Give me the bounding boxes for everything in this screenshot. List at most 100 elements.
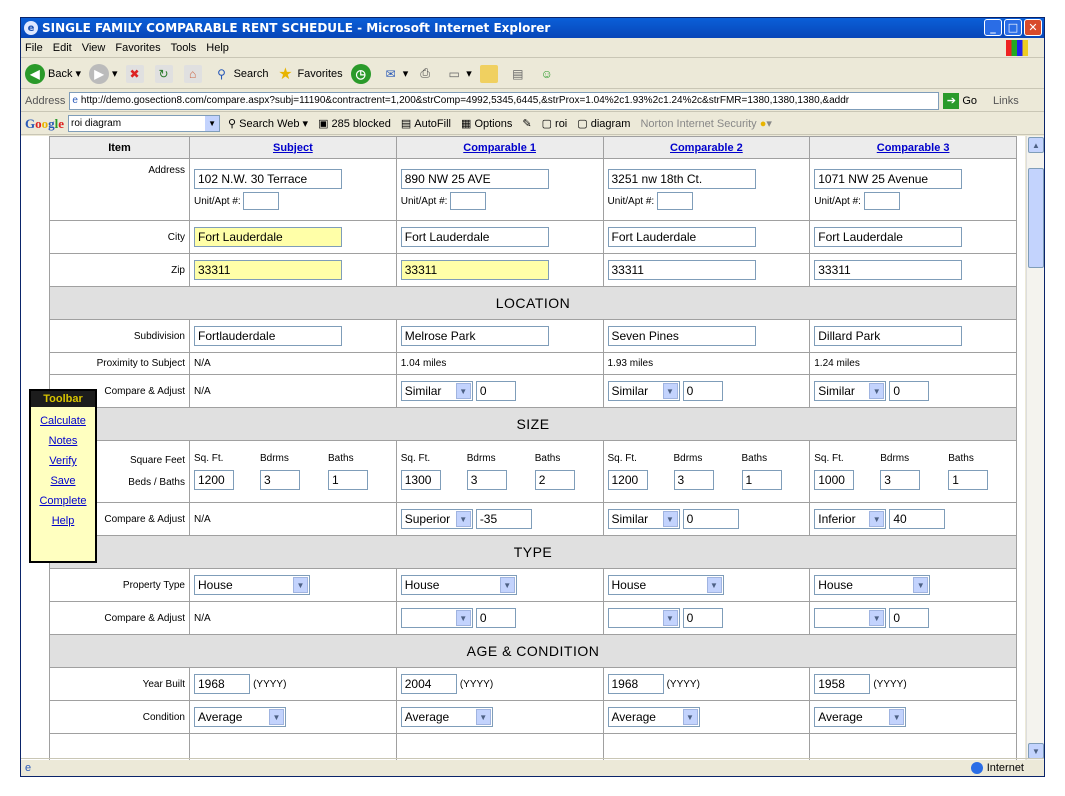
comp3-size-adjust[interactable]: 40 xyxy=(889,509,946,529)
norton-button[interactable]: Norton Internet Security ● ▾ xyxy=(640,117,771,131)
links-button[interactable]: Links xyxy=(993,95,1019,107)
highlight-button[interactable]: ✎ xyxy=(522,117,531,130)
notes-link[interactable]: Notes xyxy=(31,435,95,447)
save-link[interactable]: Save xyxy=(31,475,95,487)
comp2-year-input[interactable]: 1968 xyxy=(607,674,664,694)
comp1-city-input[interactable]: Fort Lauderdale xyxy=(400,227,549,247)
comp3-city-input[interactable]: Fort Lauderdale xyxy=(814,227,963,247)
comp3-subdivision-input[interactable]: Dillard Park xyxy=(814,326,963,346)
menu-view[interactable]: View xyxy=(82,42,106,54)
messenger-button[interactable]: ☺ xyxy=(538,65,559,83)
favorites-button[interactable]: ★ Favorites xyxy=(276,65,342,83)
comp2-unit-input[interactable] xyxy=(656,192,693,210)
comp3-property-type-select[interactable]: House ▼ xyxy=(814,575,931,595)
comp3-baths-input[interactable]: 1 xyxy=(948,470,989,490)
search-diagram-button[interactable]: ▢ diagram xyxy=(577,117,630,131)
search-roi-button[interactable]: ▢ roi xyxy=(542,117,568,131)
subject-zip-input[interactable]: 33311 xyxy=(194,260,342,280)
calculate-link[interactable]: Calculate xyxy=(31,415,95,427)
home-button[interactable]: ⌂ xyxy=(183,64,205,83)
print-button[interactable]: ⎙ xyxy=(416,65,437,83)
comp3-condition-select[interactable]: Average ▼ xyxy=(814,707,907,727)
subject-bdrms-input[interactable]: 3 xyxy=(260,470,300,490)
minimize-button[interactable]: _ xyxy=(984,19,1002,36)
column-header-subject[interactable]: Subject xyxy=(273,142,313,154)
comp1-location-adjust[interactable]: 0 xyxy=(475,381,516,401)
comp3-type-select[interactable]: ▼ xyxy=(814,608,887,628)
column-header-comp1[interactable]: Comparable 1 xyxy=(463,142,536,154)
comp1-sqft-input[interactable]: 1300 xyxy=(400,470,441,490)
comp1-zip-input[interactable]: 33311 xyxy=(400,260,549,280)
comp2-type-adjust[interactable]: 0 xyxy=(682,608,723,628)
options-button[interactable]: ▦ Options xyxy=(461,117,512,131)
chevron-down-icon[interactable]: ▼ xyxy=(205,116,220,131)
comp1-condition-select[interactable]: Average ▼ xyxy=(400,707,493,727)
comp1-year-input[interactable]: 2004 xyxy=(400,674,457,694)
comp2-baths-input[interactable]: 1 xyxy=(741,470,782,490)
comp2-location-adjust[interactable]: 0 xyxy=(682,381,723,401)
google-logo[interactable]: Google xyxy=(25,116,64,132)
subject-city-input[interactable]: Fort Lauderdale xyxy=(194,227,342,247)
subject-property-type-select[interactable]: House ▼ xyxy=(194,575,310,595)
menu-edit[interactable]: Edit xyxy=(53,42,72,54)
comp1-bdrms-input[interactable]: 3 xyxy=(466,470,507,490)
subject-unit-input[interactable] xyxy=(243,192,280,210)
comp2-condition-select[interactable]: Average ▼ xyxy=(607,707,700,727)
comp2-sqft-input[interactable]: 1200 xyxy=(607,470,648,490)
maximize-button[interactable]: □ xyxy=(1004,19,1022,36)
comp3-year-input[interactable]: 1958 xyxy=(814,674,871,694)
complete-link[interactable]: Complete xyxy=(31,495,95,507)
comp1-property-type-select[interactable]: House ▼ xyxy=(400,575,517,595)
subject-subdivision-input[interactable]: Fortlauderdale xyxy=(194,326,342,346)
vertical-scrollbar[interactable]: ▲ ▼ xyxy=(1026,136,1044,760)
comp1-location-select[interactable]: Similar ▼ xyxy=(400,381,473,401)
comp3-bdrms-input[interactable]: 3 xyxy=(880,470,921,490)
research-button[interactable]: ▤ xyxy=(509,65,530,83)
autofill-button[interactable]: ▤ AutoFill xyxy=(401,117,451,131)
close-button[interactable]: ✕ xyxy=(1024,19,1042,36)
comp2-property-type-select[interactable]: House ▼ xyxy=(607,575,724,595)
comp1-baths-input[interactable]: 2 xyxy=(534,470,575,490)
comp1-size-select[interactable]: Superior ▼ xyxy=(400,509,473,529)
verify-link[interactable]: Verify xyxy=(31,455,95,467)
forward-button[interactable]: ▶ ▾ xyxy=(89,63,118,84)
search-button[interactable]: ⚲ Search xyxy=(213,65,268,83)
subject-year-input[interactable]: 1968 xyxy=(194,674,250,694)
column-header-comp3[interactable]: Comparable 3 xyxy=(877,142,950,154)
comp3-address-input[interactable]: 1071 NW 25 Avenue xyxy=(814,169,963,189)
search-web-button[interactable]: ⚲ Search Web ▾ xyxy=(228,117,308,131)
comp3-size-select[interactable]: Inferior ▼ xyxy=(814,509,887,529)
comp1-subdivision-input[interactable]: Melrose Park xyxy=(400,326,549,346)
subject-address-input[interactable]: 102 N.W. 30 Terrace xyxy=(194,169,342,189)
comp1-size-adjust[interactable]: -35 xyxy=(475,509,532,529)
comp1-type-select[interactable]: ▼ xyxy=(400,608,473,628)
comp2-bdrms-input[interactable]: 3 xyxy=(673,470,714,490)
menu-tools[interactable]: Tools xyxy=(171,42,197,54)
comp1-type-adjust[interactable]: 0 xyxy=(475,608,516,628)
comp1-address-input[interactable]: 890 NW 25 AVE xyxy=(400,169,549,189)
popup-blocker-button[interactable]: ▣ 285 blocked xyxy=(318,117,391,131)
go-button[interactable]: ➔ Go xyxy=(943,92,977,109)
edit-button[interactable]: ▭ ▾ xyxy=(445,65,472,83)
back-button[interactable]: ◀ Back ▾ xyxy=(25,63,81,84)
subject-sqft-input[interactable]: 1200 xyxy=(194,470,234,490)
column-header-comp2[interactable]: Comparable 2 xyxy=(670,142,743,154)
help-link[interactable]: Help xyxy=(31,515,95,527)
comp3-location-select[interactable]: Similar ▼ xyxy=(814,381,887,401)
google-search-input[interactable]: roi diagram ▼ xyxy=(68,115,221,132)
menu-help[interactable]: Help xyxy=(206,42,229,54)
menu-file[interactable]: File xyxy=(25,42,43,54)
comp2-location-select[interactable]: Similar ▼ xyxy=(607,381,680,401)
mail-button[interactable]: ✉ ▾ xyxy=(382,65,409,83)
scroll-thumb[interactable] xyxy=(1028,168,1044,268)
comp1-unit-input[interactable] xyxy=(450,192,487,210)
scroll-down-icon[interactable]: ▼ xyxy=(1028,743,1044,759)
menu-favorites[interactable]: Favorites xyxy=(115,42,160,54)
comp3-type-adjust[interactable]: 0 xyxy=(889,608,930,628)
comp2-subdivision-input[interactable]: Seven Pines xyxy=(607,326,756,346)
address-input[interactable]: e http://demo.gosection8.com/compare.aspx… xyxy=(69,91,940,110)
comp2-type-select[interactable]: ▼ xyxy=(607,608,680,628)
comp2-size-select[interactable]: Similar ▼ xyxy=(607,509,680,529)
comp2-size-adjust[interactable]: 0 xyxy=(682,509,739,529)
folder-button[interactable] xyxy=(479,64,501,83)
